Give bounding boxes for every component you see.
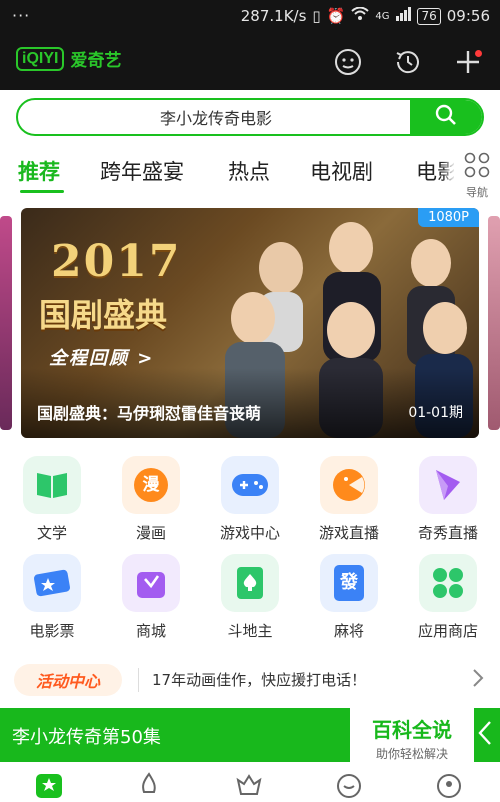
shop-bag-icon: [122, 554, 180, 612]
grid-item-game-live[interactable]: 游戏直播: [299, 450, 399, 550]
search-button[interactable]: [410, 100, 482, 134]
bottom-navigation: [0, 762, 500, 798]
notification-dots: ···: [12, 6, 31, 25]
grid-item-show-live[interactable]: 奇秀直播: [398, 450, 498, 550]
channel-tabs: 推荐 跨年盛宴 热点 电视剧 电影 导航: [0, 146, 500, 199]
mahjong-icon: 發: [320, 554, 378, 612]
show-live-icon: [419, 456, 477, 514]
banner-title-art: 国剧盛典: [39, 296, 168, 334]
tab-movie[interactable]: 电影: [416, 156, 458, 186]
home-icon[interactable]: [34, 768, 64, 798]
gamepad-icon: [221, 456, 279, 514]
hot-icon[interactable]: [134, 768, 164, 798]
brand-mark: iQIYI: [16, 46, 65, 71]
banner-date: 01-01期: [408, 405, 463, 421]
chevron-right-icon: [472, 668, 484, 692]
alarm-icon: ⏰: [326, 7, 346, 25]
wifi-icon: [351, 6, 370, 25]
poker-icon: [221, 554, 279, 612]
app-header: iQIYI 爱奇艺: [0, 34, 500, 90]
book-icon: [23, 456, 81, 514]
grid-item-comic[interactable]: 漫 漫画: [101, 450, 201, 550]
search-input[interactable]: 李小龙传奇电影: [18, 100, 414, 134]
grid-item-shop[interactable]: 商城: [101, 548, 201, 648]
banner-caption: 国剧盛典：马伊琍怼雷佳音丧萌: [37, 404, 262, 423]
search-icon: [435, 104, 457, 130]
divider: [138, 668, 139, 692]
signal-icon: [395, 7, 412, 25]
apps-icon: [419, 554, 477, 612]
game-live-icon: [320, 456, 378, 514]
tab-recommend[interactable]: 推荐: [18, 156, 60, 186]
vibrate-icon: ▯: [312, 7, 321, 25]
activity-text: 17年动画佳作，快应援打电话！: [152, 671, 367, 689]
chevron-left-icon[interactable]: [478, 720, 492, 750]
grid-nav-icon: [454, 152, 500, 182]
status-right: 287.1K/s ▯ ⏰ 4G 76 09:56: [240, 6, 490, 25]
quality-badge: 1080P: [418, 208, 479, 227]
network-type: 4G: [375, 10, 390, 22]
brand-logo[interactable]: iQIYI 爱奇艺: [16, 46, 121, 71]
message-icon[interactable]: [330, 44, 366, 80]
tab-tv[interactable]: 电视剧: [310, 156, 373, 186]
notification-dot: [475, 50, 482, 57]
nav-label: 导航: [466, 186, 488, 199]
grid-item-app-store[interactable]: 应用商店: [398, 548, 498, 648]
banner-review-link: 全程回顾 >: [49, 348, 155, 369]
search-bar: 李小龙传奇电影: [16, 98, 484, 136]
watermark-logo: 百科全说 助你轻松解决: [350, 708, 474, 770]
grid-item-mahjong[interactable]: 發 麻将: [299, 548, 399, 648]
brand-name: 爱奇艺: [70, 51, 122, 71]
carousel-next-peek[interactable]: [488, 216, 500, 430]
vip-crown-icon[interactable]: [234, 768, 264, 798]
grid-item-movie-ticket[interactable]: 电影票: [2, 548, 102, 648]
battery-icon: 76: [417, 7, 441, 25]
circle-icon[interactable]: [334, 768, 364, 798]
add-icon[interactable]: [450, 44, 486, 80]
continue-watching-bar[interactable]: 李小龙传奇第50集 百科全说 助你轻松解决: [0, 708, 500, 770]
tab-newyear[interactable]: 跨年盛宴: [100, 156, 184, 186]
banner-year: 2017: [51, 236, 182, 287]
grid-item-doudizhu[interactable]: 斗地主: [200, 548, 300, 648]
history-icon[interactable]: [390, 44, 426, 80]
grid-item-literature[interactable]: 文学: [2, 450, 102, 550]
ticket-icon: [23, 554, 81, 612]
nav-button[interactable]: 导航: [454, 146, 500, 199]
me-icon[interactable]: [434, 768, 464, 798]
continue-title: 李小龙传奇第50集: [12, 727, 161, 748]
tab-hot[interactable]: 热点: [228, 156, 270, 186]
activity-row[interactable]: 活动中心 17年动画佳作，快应援打电话！: [0, 654, 500, 706]
status-bar: ··· 287.1K/s ▯ ⏰ 4G 76 09:56: [0, 0, 500, 34]
carousel-prev-peek[interactable]: [0, 216, 12, 430]
comic-icon: 漫: [122, 456, 180, 514]
activity-badge: 活动中心: [14, 664, 122, 696]
network-speed: 287.1K/s: [240, 7, 307, 25]
active-tab-indicator: [20, 190, 64, 193]
hero-banner[interactable]: 2017 国剧盛典 全程回顾 > 1080P 国剧盛典：马伊琍怼雷佳音丧萌 01…: [21, 208, 479, 438]
grid-item-game-center[interactable]: 游戏中心: [200, 450, 300, 550]
clock: 09:56: [446, 7, 490, 25]
